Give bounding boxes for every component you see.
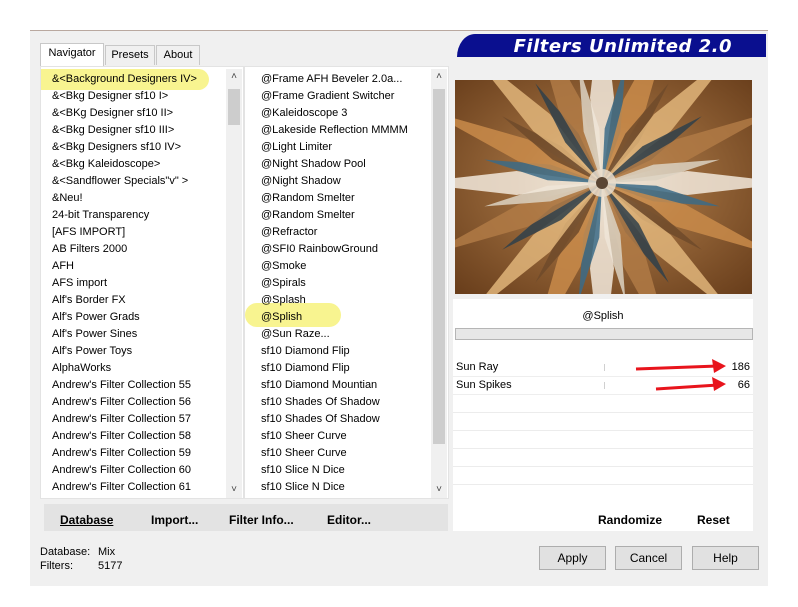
param-value: 186 [731,361,750,373]
list-item[interactable]: @Random Smelter [261,207,355,224]
list-item[interactable]: @Lakeside Reflection MMMM [261,122,408,139]
window-title: Filters Unlimited 2.0 [513,36,732,57]
editor-link[interactable]: Editor... [327,513,371,527]
filter-info-link[interactable]: Filter Info... [229,513,294,527]
list-item[interactable]: @Night Shadow [261,173,341,190]
chevron-down-icon[interactable]: ˅ [226,482,242,498]
cancel-button[interactable]: Cancel [615,546,682,570]
param-value: 66 [737,379,750,391]
list-item[interactable]: Andrew's Filter Collection 57 [52,411,191,428]
param-row-empty [453,430,753,431]
list-item[interactable]: &<Bkg Designer sf10 III> [52,122,174,139]
list-item[interactable]: Alf's Power Grads [52,309,140,326]
red-arrow-icon [635,359,726,391]
list-item[interactable]: Andrew's Filter Collection 55 [52,377,191,394]
list-item[interactable]: @Kaleidoscope 3 [261,105,347,122]
link-bar: Database Import... Filter Info... Editor… [44,504,448,531]
list-item[interactable]: Andrew's Filter Collection 61 [52,479,191,496]
list-item[interactable]: &<Background Designers IV> [52,71,197,88]
category-list[interactable]: &<Background Designers IV> &<Bkg Designer… [40,66,244,499]
list-item[interactable]: [AFS IMPORT] [52,224,125,241]
scroll-thumb[interactable] [228,89,240,125]
list-item[interactable]: Alf's Power Sines [52,326,137,343]
list-item[interactable]: sf10 Slice N Dice [261,496,345,498]
list-item[interactable]: sf10 Sheer Curve [261,445,347,462]
list-item[interactable]: sf10 Slice N Dice [261,462,345,479]
list-item[interactable]: sf10 Slice N Dice [261,479,345,496]
list-item[interactable]: sf10 Sheer Curve [261,428,347,445]
list-item[interactable]: &<Bkg Designers sf10 IV> [52,139,181,156]
list-item[interactable]: @Splish [261,309,302,326]
list-item[interactable]: AFS import [52,275,107,292]
list-item[interactable]: @Night Shadow Pool [261,156,366,173]
chevron-down-icon[interactable]: ˅ [431,482,447,498]
param-label: Sun Spikes [456,379,512,391]
category-scrollbar[interactable]: ˄ ˅ [226,69,242,498]
list-item[interactable]: Andrew's Filter Collection 58 [52,428,191,445]
list-item[interactable]: &<BKg Designer sf10 II> [52,105,173,122]
list-item[interactable]: @Light Limiter [261,139,332,156]
list-item[interactable]: Andrew's Filter Collection 56 [52,394,191,411]
list-item[interactable]: sf10 Diamond Mountian [261,377,377,394]
chevron-up-icon[interactable]: ˄ [431,69,447,85]
list-item[interactable]: @Splash [261,292,306,309]
list-item[interactable]: AFH [52,258,74,275]
list-item[interactable]: @Frame AFH Beveler 2.0a... [261,71,402,88]
list-item[interactable]: Andrew's Filter Collection 62 [52,496,191,498]
slider-tick [604,382,605,389]
filter-scrollbar[interactable]: ˄ ˅ [431,69,447,498]
list-item[interactable]: Andrew's Filter Collection 60 [52,462,191,479]
list-item[interactable]: sf10 Shades Of Shadow [261,411,380,428]
list-item[interactable]: @Refractor [261,224,317,241]
filter-list[interactable]: @Frame AFH Beveler 2.0a... @Frame Gradien… [244,66,449,499]
title-banner: Filters Unlimited 2.0 [457,34,766,57]
reset-button[interactable]: Reset [697,513,730,527]
list-item[interactable]: &Neu! [52,190,83,207]
database-link[interactable]: Database [60,513,113,527]
list-item[interactable]: @SFI0 RainbowGround [261,241,378,258]
list-item[interactable]: sf10 Diamond Flip [261,360,350,377]
param-label: Sun Ray [456,361,499,373]
list-item[interactable]: @Sun Raze... [261,326,330,343]
list-item[interactable]: &<Sandflower Specials"v" > [52,173,188,190]
list-item[interactable]: @Frame Gradient Switcher [261,88,394,105]
list-item[interactable]: @Smoke [261,258,306,275]
param-row-empty [453,484,753,485]
param-row-empty [453,466,753,467]
list-item[interactable]: Alf's Border FX [52,292,126,309]
selected-filter-name: @Splish [582,310,624,322]
database-value: Mix [98,546,116,558]
param-row-empty [453,448,753,449]
filters-count: 5177 [98,560,123,572]
tab-presets[interactable]: Presets [105,45,155,65]
list-item[interactable]: sf10 Shades Of Shadow [261,394,380,411]
filter-preview-image [455,80,752,294]
filters-label: Filters: [40,560,73,572]
list-item[interactable]: AlphaWorks [52,360,111,377]
apply-button[interactable]: Apply [539,546,606,570]
list-item[interactable]: &<Bkg Kaleidoscope> [52,156,160,173]
database-label: Database: [40,546,91,558]
list-item[interactable]: @Spirals [261,275,306,292]
list-item[interactable]: &<Bkg Designer sf10 I> [52,88,168,105]
list-item[interactable]: AB Filters 2000 [52,241,127,258]
help-button[interactable]: Help [692,546,759,570]
list-item[interactable]: Alf's Power Toys [52,343,132,360]
randomize-button[interactable]: Randomize [598,513,662,527]
kaleidoscope-preview [455,80,752,294]
progress-bar [455,328,753,340]
param-row-empty [453,412,753,413]
slider-tick [604,364,605,371]
list-item[interactable]: Andrew's Filter Collection 59 [52,445,191,462]
import-link[interactable]: Import... [151,513,198,527]
list-item[interactable]: 24-bit Transparency [52,207,149,224]
tab-navigator[interactable]: Navigator [40,43,104,66]
list-item[interactable]: @Random Smelter [261,190,355,207]
scroll-thumb[interactable] [433,89,445,444]
chevron-up-icon[interactable]: ˄ [226,69,242,85]
list-item[interactable]: sf10 Diamond Flip [261,343,350,360]
tab-about[interactable]: About [156,45,200,65]
